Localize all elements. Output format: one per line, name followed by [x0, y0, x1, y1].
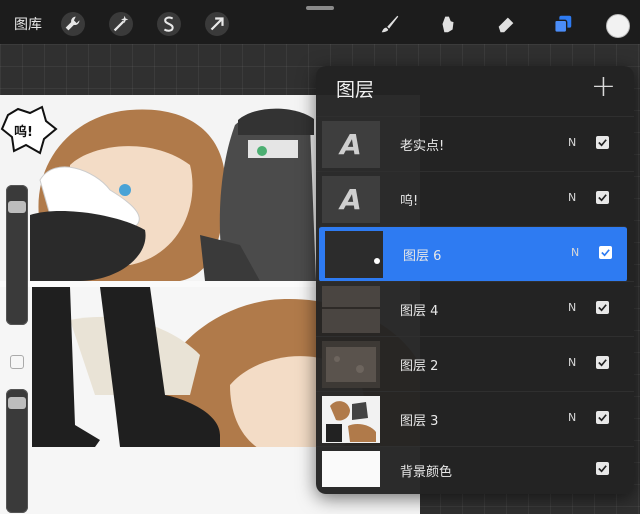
layer-name: 老实点!	[400, 139, 445, 154]
wrench-icon[interactable]	[61, 12, 85, 36]
layer-name: 图层 6	[403, 249, 442, 264]
brush-size-slider[interactable]	[6, 185, 28, 325]
brush-icon[interactable]	[378, 12, 402, 36]
eraser-icon[interactable]	[494, 12, 518, 36]
text-layer-icon: A	[340, 183, 362, 216]
smudge-icon[interactable]	[436, 12, 460, 36]
layer-thumbnail	[322, 286, 380, 333]
blend-mode-button[interactable]: N	[568, 411, 576, 424]
layer-name: 图层 4	[400, 304, 439, 319]
magic-wand-icon[interactable]	[109, 12, 133, 36]
layers-icon[interactable]	[551, 12, 575, 36]
selection-s-icon[interactable]	[157, 12, 181, 36]
layers-panel-title: 图层	[336, 79, 375, 101]
layer-thumbnail	[325, 231, 383, 278]
layer-visibility-checkbox[interactable]	[596, 301, 609, 314]
blend-mode-button[interactable]: N	[568, 356, 576, 369]
layer-row[interactable]: 图层 2 N	[316, 336, 634, 392]
speech-bubble-text: 呜!	[14, 125, 33, 140]
layer-thumbnail	[322, 451, 380, 487]
color-picker-button[interactable]	[606, 14, 630, 38]
layer-row[interactable]: 图层 3 N	[316, 391, 634, 447]
layer-name: 背景颜色	[400, 465, 453, 480]
blend-mode-button[interactable]: N	[568, 136, 576, 149]
layer-row[interactable]: A 老实点! N	[316, 116, 634, 172]
layer-thumbnail	[322, 396, 380, 443]
layer-visibility-checkbox[interactable]	[596, 136, 609, 149]
layers-panel: 图层 + A 老实点! N A 呜! N 图层 6 N 图层 4 N 图层 2 …	[316, 66, 634, 494]
left-sidebar	[2, 183, 30, 513]
blend-mode-button[interactable]: N	[568, 301, 576, 314]
gallery-button[interactable]: 图库	[14, 14, 42, 34]
opacity-slider[interactable]	[6, 389, 28, 513]
layer-name: 图层 2	[400, 359, 439, 374]
layer-name: 图层 3	[400, 414, 439, 429]
layer-row-selected[interactable]: 图层 6 N	[319, 226, 627, 282]
blend-mode-button[interactable]: N	[568, 191, 576, 204]
layer-visibility-checkbox[interactable]	[599, 246, 612, 259]
opacity-thumb[interactable]	[8, 397, 26, 409]
text-layer-icon: A	[340, 128, 362, 161]
layer-thumbnail	[322, 341, 380, 388]
blend-mode-button[interactable]: N	[571, 246, 579, 259]
layer-visibility-checkbox[interactable]	[596, 411, 609, 424]
transform-arrow-icon[interactable]	[205, 12, 229, 36]
layer-thumbnail: A	[322, 121, 380, 168]
layer-row[interactable]: A 呜! N	[316, 171, 634, 227]
toolbar-grabber[interactable]	[306, 6, 334, 10]
brush-size-thumb[interactable]	[8, 201, 26, 213]
top-toolbar: 图库	[0, 0, 640, 44]
modify-button[interactable]	[10, 355, 24, 369]
layer-row-background[interactable]: 背景颜色	[316, 446, 634, 491]
layer-row[interactable]: 图层 4 N	[316, 281, 634, 337]
layer-visibility-checkbox[interactable]	[596, 191, 609, 204]
layer-visibility-checkbox[interactable]	[596, 356, 609, 369]
layer-visibility-checkbox[interactable]	[596, 462, 609, 475]
layer-thumbnail: A	[322, 176, 380, 223]
add-layer-button[interactable]: +	[591, 70, 616, 104]
layer-name: 呜!	[400, 194, 419, 209]
